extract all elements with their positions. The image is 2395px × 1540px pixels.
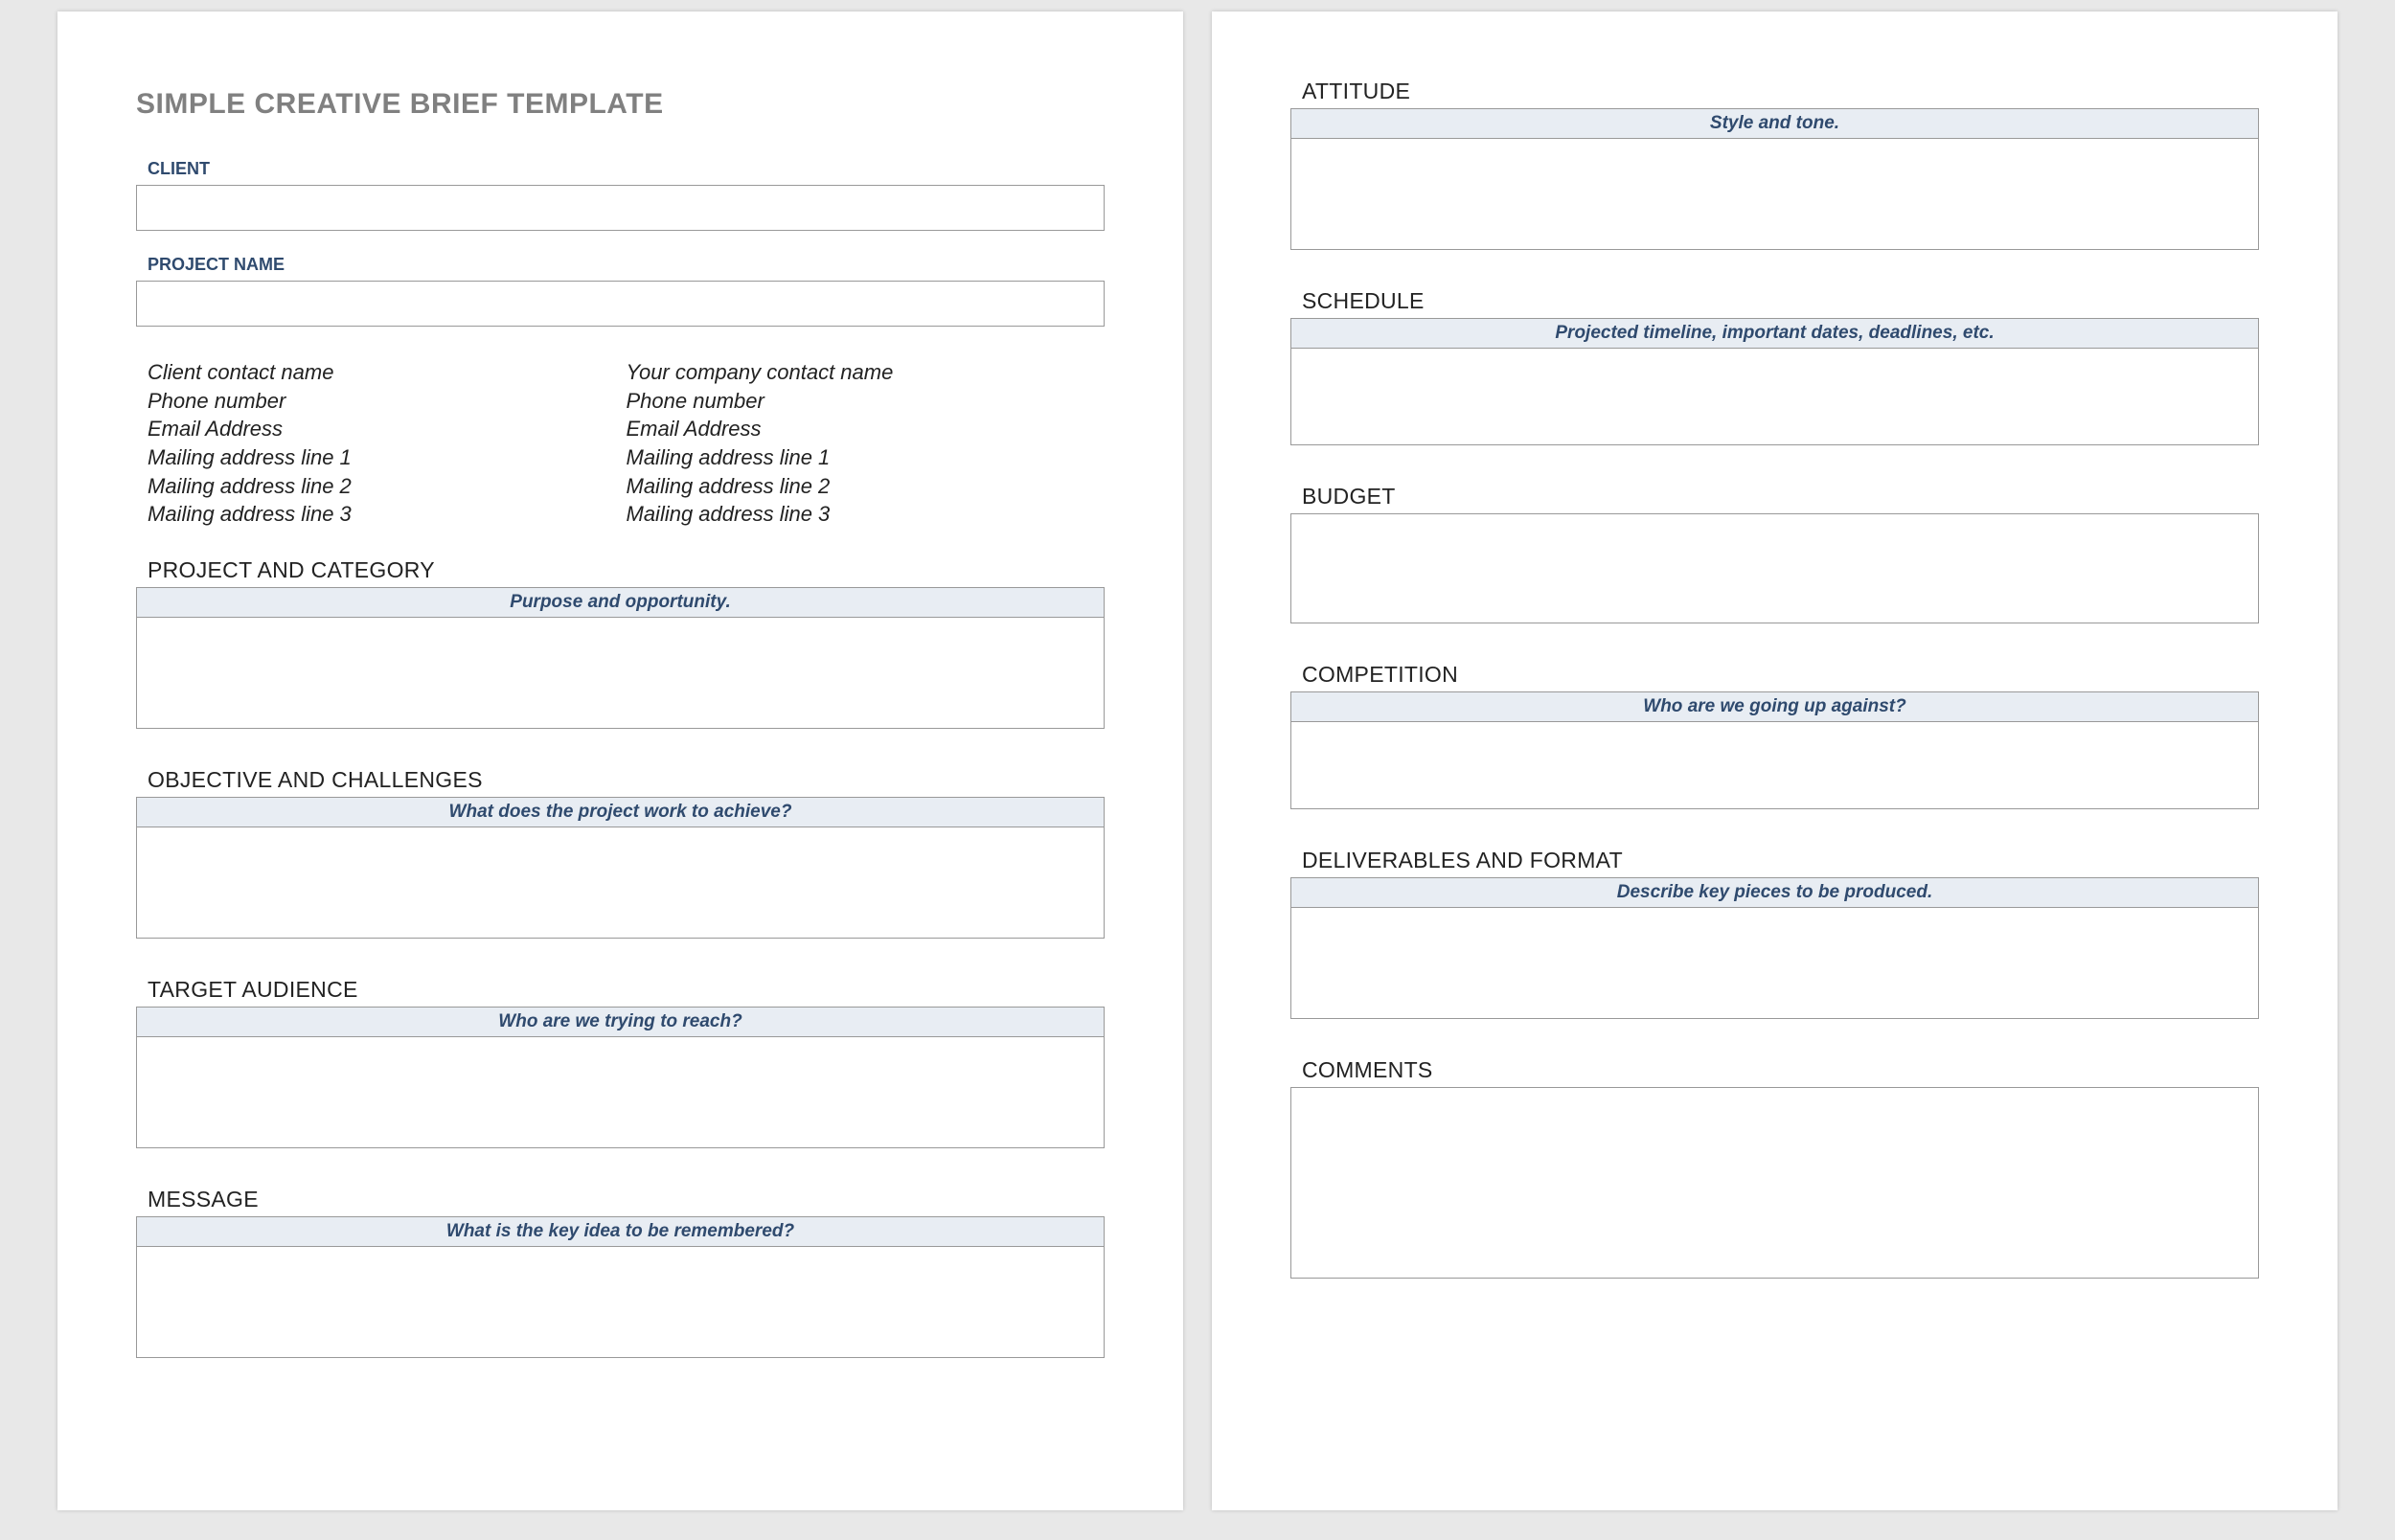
company-contact-phone: Phone number [627, 387, 1106, 416]
competition-textarea[interactable] [1291, 722, 2258, 808]
client-input[interactable] [136, 185, 1105, 231]
message-textarea[interactable] [137, 1247, 1104, 1357]
page-2: ATTITUDE Style and tone. SCHEDULE Projec… [1212, 11, 2338, 1510]
message-heading: MESSAGE [148, 1187, 1105, 1212]
project-name-label: PROJECT NAME [136, 255, 1105, 275]
competition-hint: Who are we going up against? [1291, 692, 2258, 722]
company-contact-addr1: Mailing address line 1 [627, 443, 1106, 472]
budget-heading: BUDGET [1302, 484, 2259, 510]
message-box: What is the key idea to be remembered? [136, 1216, 1105, 1358]
attitude-hint: Style and tone. [1291, 109, 2258, 139]
company-contact-email: Email Address [627, 415, 1106, 443]
project-category-box: Purpose and opportunity. [136, 587, 1105, 729]
competition-heading: COMPETITION [1302, 662, 2259, 688]
client-contact-addr2: Mailing address line 2 [148, 472, 627, 501]
objective-textarea[interactable] [137, 827, 1104, 938]
deliverables-hint: Describe key pieces to be produced. [1291, 878, 2258, 908]
target-textarea[interactable] [137, 1037, 1104, 1147]
project-category-textarea[interactable] [137, 618, 1104, 728]
document-title: SIMPLE CREATIVE BRIEF TEMPLATE [136, 88, 1105, 121]
objective-hint: What does the project work to achieve? [137, 798, 1104, 827]
target-heading: TARGET AUDIENCE [148, 977, 1105, 1003]
company-contact-addr3: Mailing address line 3 [627, 500, 1106, 529]
company-contact-addr2: Mailing address line 2 [627, 472, 1106, 501]
attitude-box: Style and tone. [1290, 108, 2259, 250]
contact-row: Client contact name Phone number Email A… [136, 358, 1105, 529]
deliverables-box: Describe key pieces to be produced. [1290, 877, 2259, 1019]
objective-box: What does the project work to achieve? [136, 797, 1105, 939]
schedule-heading: SCHEDULE [1302, 288, 2259, 314]
comments-heading: COMMENTS [1302, 1057, 2259, 1083]
deliverables-heading: DELIVERABLES AND FORMAT [1302, 848, 2259, 873]
schedule-hint: Projected timeline, important dates, dea… [1291, 319, 2258, 349]
client-contact-phone: Phone number [148, 387, 627, 416]
deliverables-textarea[interactable] [1291, 908, 2258, 1018]
client-label: CLIENT [136, 159, 1105, 179]
schedule-textarea[interactable] [1291, 349, 2258, 444]
attitude-textarea[interactable] [1291, 139, 2258, 249]
schedule-box: Projected timeline, important dates, dea… [1290, 318, 2259, 445]
client-contact-name: Client contact name [148, 358, 627, 387]
client-contact-email: Email Address [148, 415, 627, 443]
message-hint: What is the key idea to be remembered? [137, 1217, 1104, 1247]
attitude-heading: ATTITUDE [1302, 79, 2259, 104]
budget-textarea[interactable] [1290, 513, 2259, 623]
client-contact-addr1: Mailing address line 1 [148, 443, 627, 472]
project-name-input[interactable] [136, 281, 1105, 327]
target-box: Who are we trying to reach? [136, 1007, 1105, 1148]
objective-heading: OBJECTIVE AND CHALLENGES [148, 767, 1105, 793]
client-contact-addr3: Mailing address line 3 [148, 500, 627, 529]
company-contact-name: Your company contact name [627, 358, 1106, 387]
project-category-hint: Purpose and opportunity. [137, 588, 1104, 618]
competition-box: Who are we going up against? [1290, 691, 2259, 809]
project-category-heading: PROJECT AND CATEGORY [148, 557, 1105, 583]
comments-textarea[interactable] [1290, 1087, 2259, 1279]
client-contact-column: Client contact name Phone number Email A… [148, 358, 627, 529]
page-1: SIMPLE CREATIVE BRIEF TEMPLATE CLIENT PR… [57, 11, 1183, 1510]
target-hint: Who are we trying to reach? [137, 1008, 1104, 1037]
company-contact-column: Your company contact name Phone number E… [627, 358, 1106, 529]
